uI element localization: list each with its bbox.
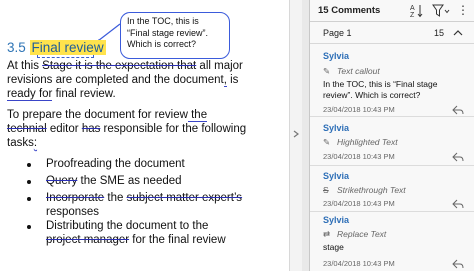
bullet-item: Proofreading the document — [46, 157, 185, 171]
bullet-item: Query the SME as needed — [46, 174, 182, 188]
strikethrough-text[interactable]: Stage it is the expectation that — [42, 60, 196, 72]
paragraph-line: ready for final review. — [7, 87, 116, 101]
bullet-dot — [27, 180, 31, 184]
text-run: To prepare the document for review — [7, 109, 188, 121]
text-run: for the final review — [129, 234, 226, 246]
page-comment-count: 15 — [434, 28, 445, 38]
comment-type: ⇄ Replace Text — [323, 229, 386, 240]
highlighter-icon: ✎ — [323, 137, 331, 147]
chevron-up-icon[interactable] — [452, 27, 464, 39]
panel-splitter[interactable] — [302, 0, 310, 271]
text-run: Distributing the document to the — [46, 220, 209, 232]
text-run: tasks — [7, 137, 34, 149]
comment-card[interactable]: Sylvia ✎ Highlighted Text 23/04/2018 10:4… — [310, 118, 474, 166]
comment-type-label: Text callout — [337, 66, 380, 76]
text-callout-icon: ✎ — [323, 66, 331, 76]
more-options-icon[interactable]: ⋮ — [456, 2, 470, 18]
text-run: the SME as needed — [77, 175, 182, 187]
paragraph-line: At this Stage it is the expectation that… — [7, 59, 243, 73]
comment-type-label: Strikethrough Text — [337, 185, 406, 195]
bullet-dot — [27, 197, 31, 201]
comment-type: ✎ Text callout — [323, 66, 380, 77]
bullet-item-continued: project manager for the final review — [46, 233, 226, 247]
strikethrough-icon: S — [323, 185, 329, 195]
insert-mark[interactable]: the — [187, 109, 208, 122]
reply-icon[interactable] — [452, 152, 464, 162]
page-label: Page 1 — [323, 28, 352, 38]
collapse-panel-icon[interactable] — [292, 130, 300, 138]
text-run: editor — [46, 123, 82, 135]
reply-icon[interactable] — [452, 105, 464, 115]
comment-timestamp: 23/04/2018 10:43 PM — [323, 199, 395, 208]
bullet-item-continued: responses — [46, 205, 99, 219]
strikethrough-text[interactable]: Query — [46, 175, 77, 187]
vertical-scrollbar[interactable] — [289, 0, 302, 271]
comment-card[interactable]: Sylvia ✎ Text callout In the TOC, this is… — [310, 45, 474, 117]
text-run: Proofreading the document — [46, 158, 185, 170]
bullet-dot — [27, 163, 31, 167]
paragraph-line: technial editor has responsible for the … — [7, 122, 246, 136]
paragraph-line: revisions are completed and the document… — [7, 73, 238, 87]
comment-author: Sylvia — [323, 215, 350, 225]
comment-timestamp: 23/04/2018 10:43 PM — [323, 152, 395, 161]
svg-text:A: A — [410, 5, 415, 12]
bullet-dot — [27, 225, 31, 229]
reply-icon[interactable] — [452, 199, 464, 209]
comment-type: S Strikethrough Text — [323, 185, 406, 195]
comment-author: Sylvia — [323, 171, 350, 181]
text-run: is — [226, 74, 239, 86]
comments-panel: 15 Comments A Z ⋮ Page 1 15 Sylvia ✎ Text… — [310, 0, 474, 271]
heading-number: 3.5 — [7, 40, 26, 55]
text-run: all major — [196, 60, 243, 72]
paragraph-line: tasks: — [7, 136, 37, 150]
text-run: At this — [7, 60, 43, 72]
comments-toolbar: 15 Comments A Z ⋮ — [310, 0, 474, 22]
sort-icon[interactable]: A Z — [410, 3, 424, 18]
filter-icon[interactable] — [432, 4, 450, 18]
comment-timestamp: 23/04/2018 10:43 PM — [323, 259, 395, 268]
insert-mark[interactable]: : — [34, 137, 37, 149]
comment-author: Sylvia — [323, 123, 350, 133]
paragraph-line: To prepare the document for review the — [7, 108, 208, 122]
text-run: the — [104, 192, 127, 204]
strikethrough-text[interactable]: Incorporate — [46, 192, 104, 204]
bullet-item: Incorporate the subject matter expert’s — [46, 191, 242, 205]
text-run: revisions are completed and the document — [7, 74, 224, 86]
strikethrough-text[interactable]: subject matter expert’s — [127, 192, 242, 204]
text-run: responses — [46, 206, 100, 218]
comment-type: ✎ Highlighted Text — [323, 137, 398, 148]
underlined-text[interactable]: ready for — [7, 88, 53, 101]
comment-timestamp: 23/04/2018 10:43 PM — [323, 105, 395, 114]
strikethrough-text[interactable]: project manager — [46, 234, 129, 246]
heading-title-highlighted[interactable]: Final review — [29, 40, 106, 55]
bullet-item: Distributing the document to the — [46, 219, 208, 233]
section-heading: 3.5 Final review — [7, 40, 106, 55]
comment-count: 15 Comments — [318, 5, 381, 16]
replace-text-icon: ⇄ — [323, 229, 331, 239]
comment-card[interactable]: Sylvia ⇄ Replace Text stage 23/04/2018 10… — [310, 213, 474, 271]
svg-text:Z: Z — [410, 12, 415, 18]
strikethrough-text[interactable]: technial — [7, 123, 47, 135]
comment-type-label: Highlighted Text — [337, 137, 398, 147]
document-page[interactable]: 3.5 Final review In the TOC, this is “Fi… — [0, 0, 289, 271]
reply-icon[interactable] — [452, 259, 464, 269]
comment-card[interactable]: Sylvia S Strikethrough Text 23/04/2018 10… — [310, 167, 474, 212]
comment-author: Sylvia — [323, 51, 350, 61]
comment-type-label: Replace Text — [337, 229, 387, 239]
strikethrough-text[interactable]: has — [82, 123, 101, 135]
page-group-header[interactable]: Page 1 15 — [310, 22, 474, 44]
text-run: responsible for the following — [100, 123, 247, 135]
comment-body: In the TOC, this is “Final stage review”… — [323, 79, 438, 100]
text-callout[interactable]: In the TOC, this is “Final stage review”… — [120, 12, 230, 59]
comment-body: stage — [323, 242, 344, 252]
text-run: final review. — [52, 88, 116, 100]
